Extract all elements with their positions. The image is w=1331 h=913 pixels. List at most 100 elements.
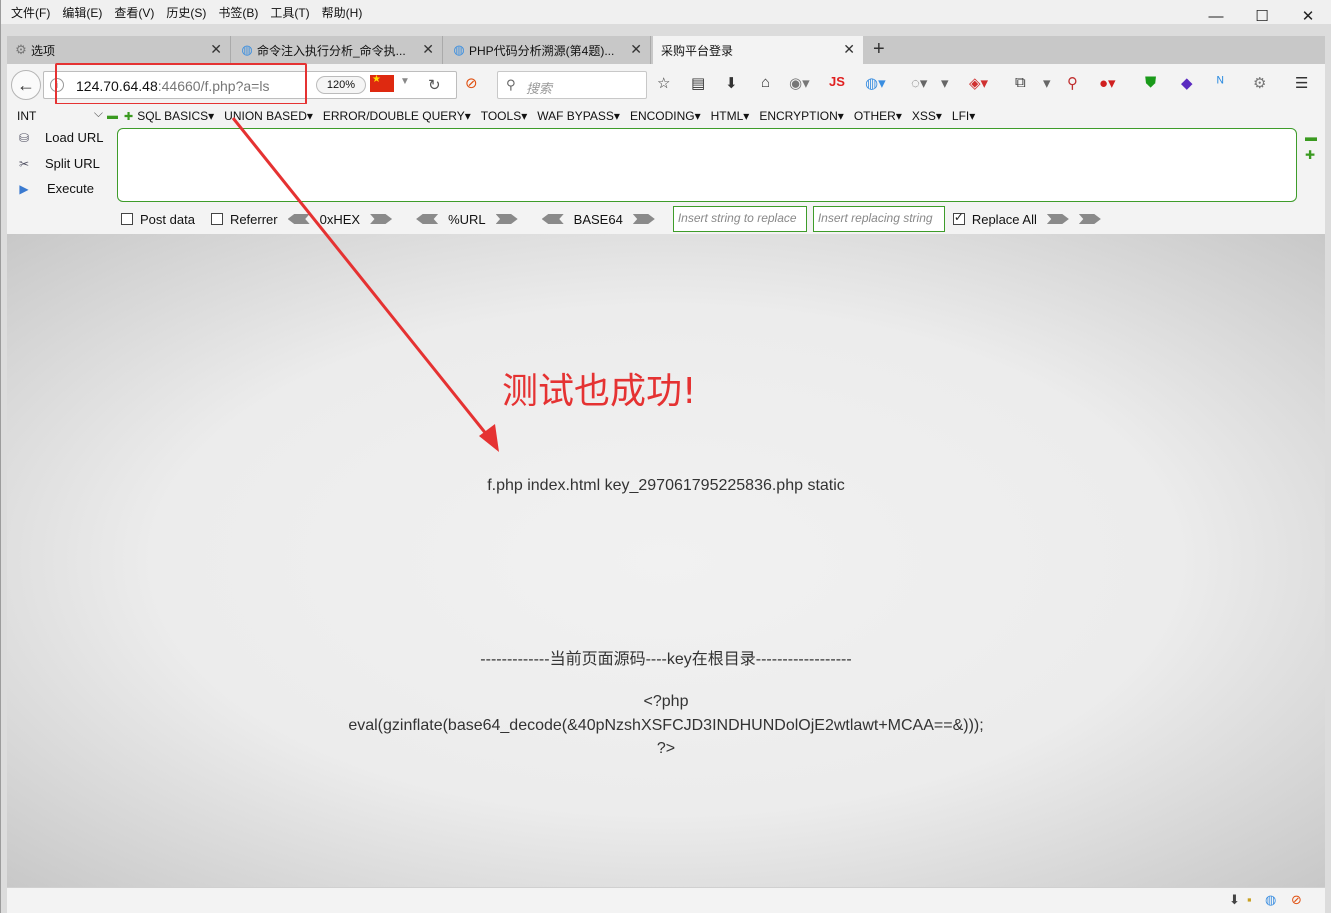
menu-edit[interactable]: 编辑(E) (62, 4, 102, 21)
dropdown-icon[interactable]: ▾ (1043, 74, 1051, 94)
note-icon[interactable]: ▪ (1247, 892, 1252, 907)
hamburger-menu-icon[interactable]: ☰ (1295, 74, 1308, 94)
globe-icon[interactable]: ◉▾ (789, 74, 810, 94)
menu-error-double-query[interactable]: ERROR/DOUBLE QUERY▾ (323, 109, 471, 123)
source-code-line: <?php (643, 693, 689, 710)
wappalyzer-icon[interactable]: ᴺ (1217, 74, 1223, 94)
type-select[interactable]: INT (17, 106, 105, 123)
close-window-button[interactable]: ✕ (1285, 0, 1331, 32)
zoom-indicator[interactable]: 120% (316, 76, 366, 94)
menu-help[interactable]: 帮助(H) (322, 4, 363, 21)
tab-label: 采购平台登录 (661, 43, 734, 58)
plus-icon[interactable]: ✚ (124, 110, 133, 123)
reader-icon[interactable]: ▤ (691, 74, 705, 94)
download-icon[interactable]: ⬇ (1229, 892, 1240, 908)
menu-tools[interactable]: TOOLS▾ (481, 109, 527, 123)
menu-other[interactable]: OTHER▾ (854, 109, 902, 123)
reload-icon[interactable]: ↻ (428, 76, 441, 94)
search-box[interactable]: ⚲ 搜索 (497, 71, 647, 99)
gear-icon: ⚙ (15, 42, 27, 57)
menu-tools[interactable]: 工具(T) (270, 4, 309, 21)
menu-view[interactable]: 查看(V) (114, 4, 154, 21)
site-icon: ◍ (453, 42, 465, 57)
palette-icon[interactable]: ◌▾ (911, 74, 927, 94)
hex-label: 0xHEX (319, 211, 361, 227)
noscript-icon[interactable]: ⊘ (1291, 892, 1302, 908)
replace-all-label: Replace All (971, 211, 1037, 227)
copy-icon[interactable]: ⧉ (1015, 74, 1026, 94)
shield-icon[interactable]: ⛊ (1145, 74, 1156, 94)
tab-command-injection[interactable]: ◍ 命令注入执行分析_命令执... ✕ (233, 36, 443, 64)
proxy-icon[interactable]: ◍ (1265, 892, 1276, 908)
hackbar-icon[interactable]: ◈▾ (969, 74, 988, 94)
menu-encryption[interactable]: ENCRYPTION▾ (759, 109, 843, 123)
tab-php-analysis[interactable]: ◍ PHP代码分析溯源(第4题)... ✕ (445, 36, 651, 64)
status-bar: ⬇ ▪ ◍ ⊘ (7, 887, 1325, 913)
close-icon[interactable]: ✕ (210, 41, 222, 58)
split-url-label: Split URL (45, 156, 100, 171)
execute-label: Execute (47, 181, 94, 196)
hackbar-url-textarea[interactable] (117, 128, 1297, 202)
menu-xss[interactable]: XSS▾ (912, 109, 942, 123)
home-icon[interactable]: ⌂ (761, 74, 770, 94)
tab-options[interactable]: ⚙ 选项 ✕ (7, 36, 231, 64)
plus-icon[interactable]: ✚ (1305, 148, 1315, 162)
search-icon: ⚲ (506, 77, 516, 92)
load-url-button[interactable]: ⛁ Load URL (15, 130, 104, 145)
dropdown-icon[interactable]: ▾ (941, 74, 949, 94)
proxy-icon[interactable]: ◍▾ (865, 74, 886, 94)
zoom-search-icon[interactable]: ⚲ (1067, 74, 1078, 94)
china-flag-icon (370, 74, 394, 92)
close-icon[interactable]: ✕ (630, 41, 642, 58)
insert-string-input[interactable]: Insert string to replace (672, 206, 807, 232)
dropdown-icon[interactable]: ▼ (400, 76, 410, 87)
tab-procurement-login[interactable]: 采购平台登录 ✕ (653, 36, 863, 64)
execute-button[interactable]: ▶ Execute (15, 181, 94, 196)
post-data-checkbox[interactable] (121, 213, 133, 225)
menu-lfi[interactable]: LFI▾ (952, 109, 975, 123)
download-icon[interactable]: ⬇ (725, 74, 738, 94)
menu-waf-bypass[interactable]: WAF BYPASS▾ (537, 109, 620, 123)
layers-icon[interactable]: ◆ (1181, 74, 1193, 94)
replacing-string-input[interactable]: Insert replacing string (812, 206, 945, 232)
site-icon: ◍ (241, 42, 253, 57)
minus-icon[interactable]: ▬ (1305, 130, 1317, 144)
new-tab-button[interactable]: + (873, 38, 885, 61)
maximize-button[interactable]: ☐ (1239, 0, 1285, 32)
replace-all-checkbox[interactable] (952, 210, 965, 225)
url-decode-arrow-icon[interactable] (416, 214, 439, 224)
base64-label: BASE64 (573, 211, 623, 227)
menu-html[interactable]: HTML▾ (711, 109, 750, 123)
split-url-icon: ✂ (18, 156, 30, 171)
minimize-button[interactable]: — (1193, 0, 1239, 32)
bookmark-star-icon[interactable]: ☆ (657, 74, 670, 94)
split-url-button[interactable]: ✂ Split URL (15, 156, 100, 171)
hex-encode-arrow-icon[interactable] (370, 214, 393, 224)
close-icon[interactable]: ✕ (422, 41, 434, 58)
source-code-line: ?> (656, 740, 676, 757)
close-icon[interactable]: ✕ (843, 41, 855, 58)
menu-union-based[interactable]: UNION BASED▾ (224, 109, 313, 123)
back-button[interactable]: ← (11, 70, 41, 100)
settings-icon[interactable]: ⚙ (1253, 74, 1266, 94)
page-content: 测试也成功! f.php index.html key_297061795225… (7, 234, 1325, 887)
minus-icon[interactable]: ▬ (107, 110, 118, 122)
menu-sql-basics[interactable]: SQL BASICS▾ (137, 109, 214, 123)
menu-bar: 文件(F) 编辑(E) 查看(V) 历史(S) 书签(B) 工具(T) 帮助(H… (1, 0, 1331, 24)
adblock-icon[interactable]: ●▾ (1099, 74, 1116, 94)
base64-decode-arrow-icon[interactable] (541, 214, 564, 224)
play-icon: ▶ (19, 181, 29, 196)
menu-history[interactable]: 历史(S) (166, 4, 206, 21)
noscript-icon[interactable]: ⊘ (465, 74, 478, 94)
menu-bookmarks[interactable]: 书签(B) (218, 4, 258, 21)
hex-decode-arrow-icon[interactable] (287, 214, 310, 224)
referrer-label: Referrer (229, 211, 278, 227)
base64-encode-arrow-icon[interactable] (632, 214, 655, 224)
menu-encoding[interactable]: ENCODING▾ (630, 109, 701, 123)
url-encode-arrow-icon[interactable] (495, 214, 518, 224)
js-icon[interactable]: JS (829, 74, 845, 94)
referrer-checkbox[interactable] (210, 213, 223, 225)
menu-file[interactable]: 文件(F) (11, 4, 50, 21)
replace-arrow-icon[interactable] (1046, 214, 1069, 224)
replace-arrow-icon[interactable] (1078, 214, 1101, 224)
